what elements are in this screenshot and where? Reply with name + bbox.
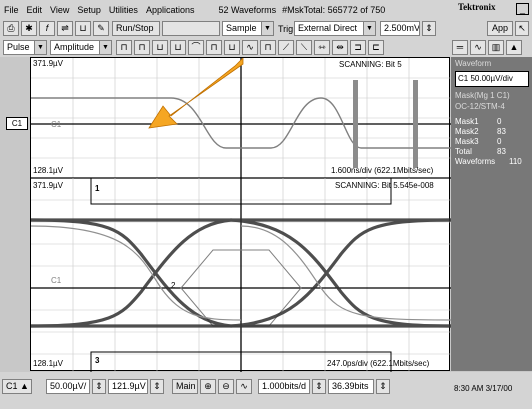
lower-top-voltage: 371.9µV (33, 181, 63, 190)
measure-icon-7[interactable]: ⊔ (224, 40, 240, 55)
brand-logo: Tektronix (458, 2, 496, 12)
minimize-icon[interactable]: _ (516, 3, 529, 15)
stat-row: Mask1 0 (455, 117, 502, 126)
mask-total-count: #MskTotal: 565772 of 750 (282, 4, 386, 15)
measure-icon-14[interactable]: ⊐ (350, 40, 366, 55)
lower-timebase: 247.0ps/div (622.1Mbits/sec) (327, 359, 430, 368)
stat-row: Total 83 (455, 147, 506, 156)
zoom-icon[interactable]: ▥ (488, 40, 504, 55)
clock: 8:30 AM 3/17/00 (454, 384, 513, 393)
menu-utilities[interactable]: Utilities (105, 5, 142, 15)
menu-edit[interactable]: Edit (23, 5, 47, 15)
run-stop-button[interactable]: Run/Stop (112, 21, 160, 36)
measure-type-select[interactable]: Pulse ▼ (3, 40, 47, 55)
upper-timebase: 1.600ns/div (622.1Mbits/sec) (331, 166, 434, 175)
waveform-count: 52 Waveforms (218, 4, 277, 15)
channel-select[interactable]: C1 ▲ (2, 379, 32, 394)
trigger-level-field[interactable]: 2.500mV (380, 21, 420, 36)
measure-icon-4[interactable]: ⊔ (170, 40, 186, 55)
vscale-spinner-icon[interactable]: ⇕ (92, 379, 106, 394)
main-timebase-button[interactable]: Main (172, 379, 198, 394)
math-function-icon[interactable]: f (39, 21, 55, 36)
acquisition-mode-select[interactable]: Sample ▼ (222, 21, 274, 36)
toolbar-measurements: Pulse ▼ Amplitude ▼ ⊓ ⊓ ⊔ ⊔ ⌒ ⊓ ⊔ ∿ ⊓ ⟋ … (0, 38, 532, 57)
length-spinner-icon[interactable]: ⇕ (376, 379, 390, 394)
mask-stats: Mask1 0 Mask2 83 Mask3 0 Total 83 Wavefo… (455, 117, 531, 167)
waveform-plot (31, 58, 451, 372)
channel-scale-field[interactable]: C1 50.00µV/div (455, 71, 529, 87)
waveform-side-panel: Waveform C1 50.00µV/div Mask(Mg 1 C1) OC… (451, 57, 532, 371)
chevron-down-icon: ▼ (363, 22, 375, 35)
chevron-down-icon: ▼ (261, 22, 273, 35)
triangle-icon[interactable]: ▲ (506, 40, 522, 55)
scope-display[interactable]: 371.9µV 128.1µV SCANNING: Bit 5 1.600ns/… (30, 57, 451, 372)
upper-channel-marker: C1 (51, 120, 62, 129)
stat-row: Mask2 83 (455, 127, 506, 136)
measure-param-select[interactable]: Amplitude ▼ (50, 40, 112, 55)
measure-icon-8[interactable]: ∿ (242, 40, 258, 55)
measure-icon-3[interactable]: ⊔ (152, 40, 168, 55)
menu-bar: File Edit View Setup Utilities Applicati… (0, 0, 532, 19)
mask-label-1: 1 (95, 184, 100, 193)
side-panel-title: Waveform (455, 59, 492, 68)
menu-applications[interactable]: Applications (142, 5, 199, 15)
measure-icon[interactable]: ⊔ (75, 21, 91, 36)
upper-scan-status: SCANNING: Bit 5 (339, 60, 402, 69)
measure-icon-15[interactable]: ⊏ (368, 40, 384, 55)
menu-setup[interactable]: Setup (73, 5, 105, 15)
measure-icon-12[interactable]: ⇿ (314, 40, 330, 55)
channel-tag[interactable]: C1 (6, 117, 28, 130)
select-pointer-icon[interactable]: ↖ (515, 21, 529, 36)
menu-file[interactable]: File (0, 5, 23, 15)
waveform-icon[interactable]: ∿ (470, 40, 486, 55)
vertical-scale-field[interactable]: 50.00µV/ (46, 379, 90, 394)
print-icon[interactable]: ⎙ (3, 21, 19, 36)
stat-row: Mask3 0 (455, 137, 502, 146)
trigger-label: Trig (278, 24, 294, 34)
measure-icon-9[interactable]: ⊓ (260, 40, 276, 55)
menu-view[interactable]: View (46, 5, 73, 15)
horizontal-button[interactable] (162, 21, 220, 36)
waveform-icon[interactable]: ∿ (236, 379, 252, 394)
offset-spinner-icon[interactable]: ⇕ (150, 379, 164, 394)
mask-standard: OC-12/STM-4 (455, 102, 505, 111)
mask-label-3: 3 (95, 356, 100, 365)
lower-channel-marker: C1 (51, 276, 62, 285)
stat-row: Waveforms 110 (455, 157, 522, 166)
measure-icon-5[interactable]: ⌒ (188, 40, 204, 55)
bit-cursor-left (353, 80, 358, 168)
pen-icon[interactable]: ✎ (93, 21, 109, 36)
app-button[interactable]: App (487, 21, 513, 36)
record-length-field[interactable]: 36.39bits (328, 379, 374, 394)
mask-name: Mask(Mg 1 C1) (455, 91, 510, 100)
bit-rate-spinner-icon[interactable]: ⇕ (312, 379, 326, 394)
status-bar: C1 ▲ 50.00µV/ ⇕ 121.9µV ⇕ Main ⊕ ⊖ ∿ 1.0… (0, 372, 532, 409)
measure-icon-1[interactable]: ⊓ (116, 40, 132, 55)
callout-arrow (148, 58, 244, 129)
bit-cursor-right (413, 80, 418, 168)
upper-bottom-voltage: 128.1µV (33, 166, 63, 175)
chevron-down-icon: ▼ (34, 41, 46, 54)
cursor-icon[interactable]: ⇌ (57, 21, 73, 36)
chevron-down-icon: ▼ (99, 41, 111, 54)
lower-bottom-voltage: 128.1µV (33, 359, 63, 368)
upper-top-voltage: 371.9µV (33, 59, 63, 68)
measure-icon-2[interactable]: ⊓ (134, 40, 150, 55)
toolbar-main: ⎙ ✱ f ⇌ ⊔ ✎ Run/Stop Sample ▼ Trig Exter… (0, 19, 532, 38)
equals-icon[interactable]: ═ (452, 40, 468, 55)
trigger-level-spinner-icon[interactable]: ⇕ (422, 21, 436, 36)
settings-icon[interactable]: ✱ (21, 21, 37, 36)
trigger-source-select[interactable]: External Direct ▼ (294, 21, 376, 36)
mask-label-2: 2 (171, 281, 176, 290)
zoom-in-icon[interactable]: ⊕ (200, 379, 216, 394)
measure-icon-6[interactable]: ⊓ (206, 40, 222, 55)
bit-rate-field[interactable]: 1.000bits/d (258, 379, 310, 394)
zoom-out-icon[interactable]: ⊖ (218, 379, 234, 394)
measure-icon-10[interactable]: ⟋ (278, 40, 294, 55)
lower-scan-status: SCANNING: Bit 5.545e-008 (335, 181, 434, 190)
offset-field[interactable]: 121.9µV (108, 379, 148, 394)
measure-icon-13[interactable]: ⇹ (332, 40, 348, 55)
measure-icon-11[interactable]: ⟍ (296, 40, 312, 55)
